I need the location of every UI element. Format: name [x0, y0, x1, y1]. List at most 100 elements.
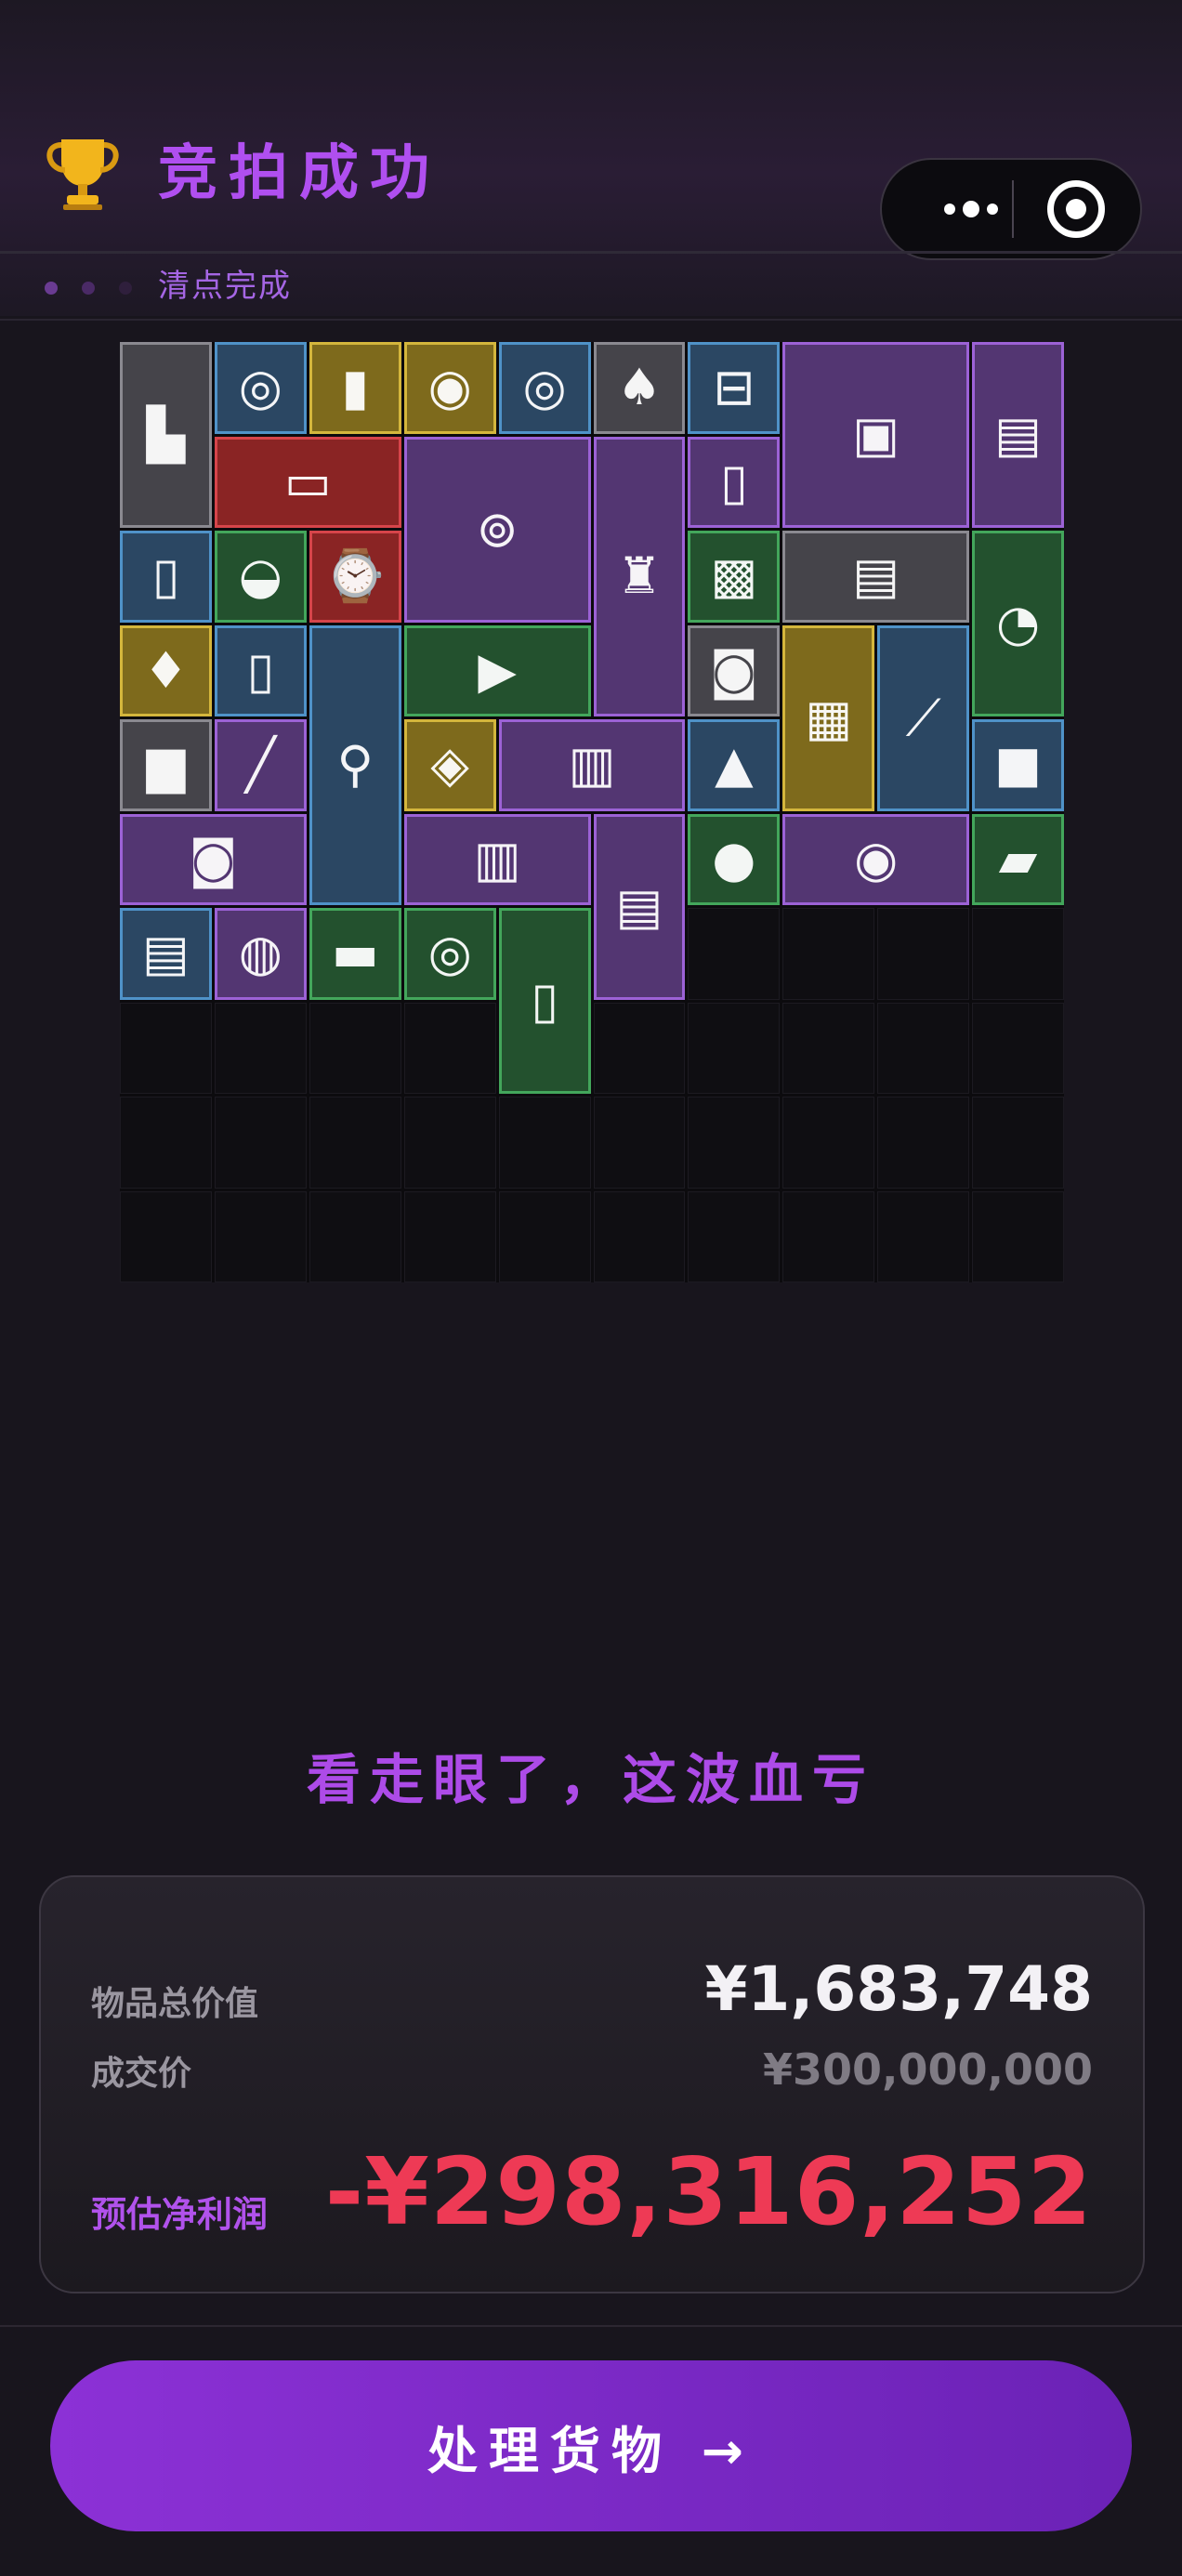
item-zoom-lens[interactable]: ◉ — [782, 813, 970, 905]
item-old-book-2[interactable]: ▤ — [593, 813, 686, 1000]
target-circle-icon[interactable] — [1047, 180, 1105, 238]
item-metal-cube[interactable]: ■ — [972, 719, 1064, 811]
empty-slot — [403, 1190, 496, 1282]
item-gold-ring[interactable]: ◈ — [403, 719, 496, 811]
trophy-icon — [41, 130, 125, 214]
item-centrifuge[interactable]: ⊚ — [403, 436, 591, 623]
empty-slot — [120, 1190, 212, 1282]
empty-slot — [688, 1002, 781, 1094]
item-fire-cabinet[interactable]: ▯ — [498, 908, 591, 1094]
verdict-text: 看走眼了，这波血亏 — [306, 1748, 875, 1811]
empty-slot — [214, 1097, 307, 1189]
status-row: 清点完成 — [0, 254, 1182, 319]
empty-slot — [120, 1002, 212, 1094]
item-blood-pressure-monitor[interactable]: ▣ — [782, 342, 970, 528]
empty-slot — [214, 1002, 307, 1094]
empty-slot — [593, 1190, 686, 1282]
boombox-icon: ◙ — [189, 829, 238, 888]
item-playing-card[interactable]: ♠ — [593, 342, 686, 434]
empty-slot — [688, 1190, 781, 1282]
item-rugged-tablet[interactable]: ▭ — [214, 436, 401, 528]
disc-icon: ◎ — [522, 358, 567, 417]
item-energy-drink-can[interactable]: ▯ — [688, 436, 781, 528]
empty-slot — [593, 1002, 686, 1094]
profit-value: -¥298,316,252 — [324, 2137, 1093, 2246]
deal-price-label: 成交价 — [91, 2055, 192, 2093]
item-cd-disc-1[interactable]: ◎ — [214, 342, 307, 434]
drive-icon: ▰ — [998, 829, 1038, 888]
item-ram-stick[interactable]: ▤ — [120, 908, 212, 1000]
more-dots-icon[interactable] — [915, 160, 1027, 258]
item-herb-dish[interactable]: ◍ — [214, 908, 307, 1000]
total-value-row: 物品总价值 ¥1,683,748 — [91, 1953, 1093, 2025]
total-value-label: 物品总价值 — [91, 1985, 259, 2023]
item-newspaper[interactable]: ▤ — [782, 531, 970, 623]
coin-icon: ● — [712, 829, 756, 888]
empty-slot — [877, 908, 970, 1000]
tape-icon: ◙ — [709, 640, 759, 700]
item-flare-stick[interactable]: ╱ — [214, 719, 307, 811]
ashtray-icon: ◒ — [238, 546, 282, 606]
triangle-icon: ▲ — [715, 735, 754, 795]
item-microscope[interactable]: ⚲ — [309, 624, 401, 905]
empty-slot — [782, 1097, 875, 1189]
divider — [0, 319, 1182, 321]
item-circuit-chip[interactable]: ▩ — [688, 531, 781, 623]
empty-slot — [403, 1002, 496, 1094]
item-hard-drive[interactable]: ▰ — [972, 813, 1064, 905]
item-power-drill[interactable]: ▶ — [403, 624, 591, 716]
empty-slot — [972, 1190, 1064, 1282]
item-jar-container[interactable]: ⊟ — [688, 342, 781, 434]
item-pill-bottle[interactable]: ▯ — [214, 624, 307, 716]
item-ancient-coin[interactable]: ● — [688, 813, 781, 905]
item-radio[interactable]: ▥ — [498, 719, 686, 811]
empty-slot — [877, 1190, 970, 1282]
item-battery-pack[interactable]: ▬ — [309, 908, 401, 1000]
item-camera-lens-small[interactable]: ◉ — [403, 342, 496, 434]
item-gold-watch[interactable]: ⌚ — [309, 531, 401, 623]
item-asthma-inhaler[interactable]: ▮ — [309, 342, 401, 434]
item-ashtray[interactable]: ◒ — [214, 531, 307, 623]
summary-card: 物品总价值 ¥1,683,748 成交价 ¥300,000,000 预估净利润 … — [39, 1875, 1145, 2293]
total-value: ¥1,683,748 — [704, 1953, 1093, 2025]
item-warning-sign[interactable]: ▲ — [688, 719, 781, 811]
item-telescope[interactable]: ⟋ — [877, 624, 970, 811]
newspaper-icon: ▤ — [852, 546, 900, 606]
item-cd-disc-2[interactable]: ◎ — [498, 342, 591, 434]
item-crystal-trophy[interactable]: ♦ — [120, 624, 212, 716]
gauge-icon: ◔ — [995, 594, 1041, 652]
empty-slot — [782, 908, 875, 1000]
empty-slot — [309, 1190, 401, 1282]
ram-icon: ▤ — [141, 924, 190, 983]
item-old-book[interactable]: ▤ — [972, 342, 1064, 528]
mini-program-capsule — [880, 158, 1142, 260]
profit-label: 预估净利润 — [91, 2194, 269, 2235]
battery-icon: ▬ — [331, 924, 379, 983]
item-lantern[interactable]: ♜ — [593, 436, 686, 716]
radio-icon: ▥ — [568, 735, 616, 795]
item-boombox[interactable]: ◙ — [120, 813, 307, 905]
bracket-icon: ▙ — [146, 405, 186, 464]
flare-icon: ╱ — [245, 735, 276, 795]
empty-slot — [403, 1097, 496, 1189]
empty-slot — [214, 1190, 307, 1282]
item-tape-measure[interactable]: ◙ — [688, 624, 781, 716]
empty-slot — [972, 1097, 1064, 1189]
item-green-cable[interactable]: ◎ — [403, 908, 496, 1000]
item-old-map[interactable]: ▦ — [782, 624, 875, 811]
telescope-icon: ⟋ — [905, 688, 941, 747]
ring-icon: ◈ — [430, 735, 469, 795]
deal-price-row: 成交价 ¥300,000,000 — [91, 2044, 1093, 2095]
cable-icon: ◎ — [427, 924, 472, 983]
divider — [0, 2325, 1182, 2327]
chip-icon: ▩ — [710, 546, 758, 606]
item-pressure-gauge[interactable]: ◔ — [972, 531, 1064, 716]
item-black-bracket[interactable]: ▙ — [120, 342, 212, 528]
cube-icon: ■ — [994, 735, 1043, 795]
item-protein-tub[interactable]: ▆ — [120, 719, 212, 811]
empty-slot — [593, 1097, 686, 1189]
process-goods-button[interactable]: 处理货物 → — [50, 2360, 1132, 2531]
item-cola-can[interactable]: ▯ — [120, 531, 212, 623]
item-graphics-card[interactable]: ▥ — [403, 813, 591, 905]
cola-icon: ▯ — [151, 546, 180, 606]
